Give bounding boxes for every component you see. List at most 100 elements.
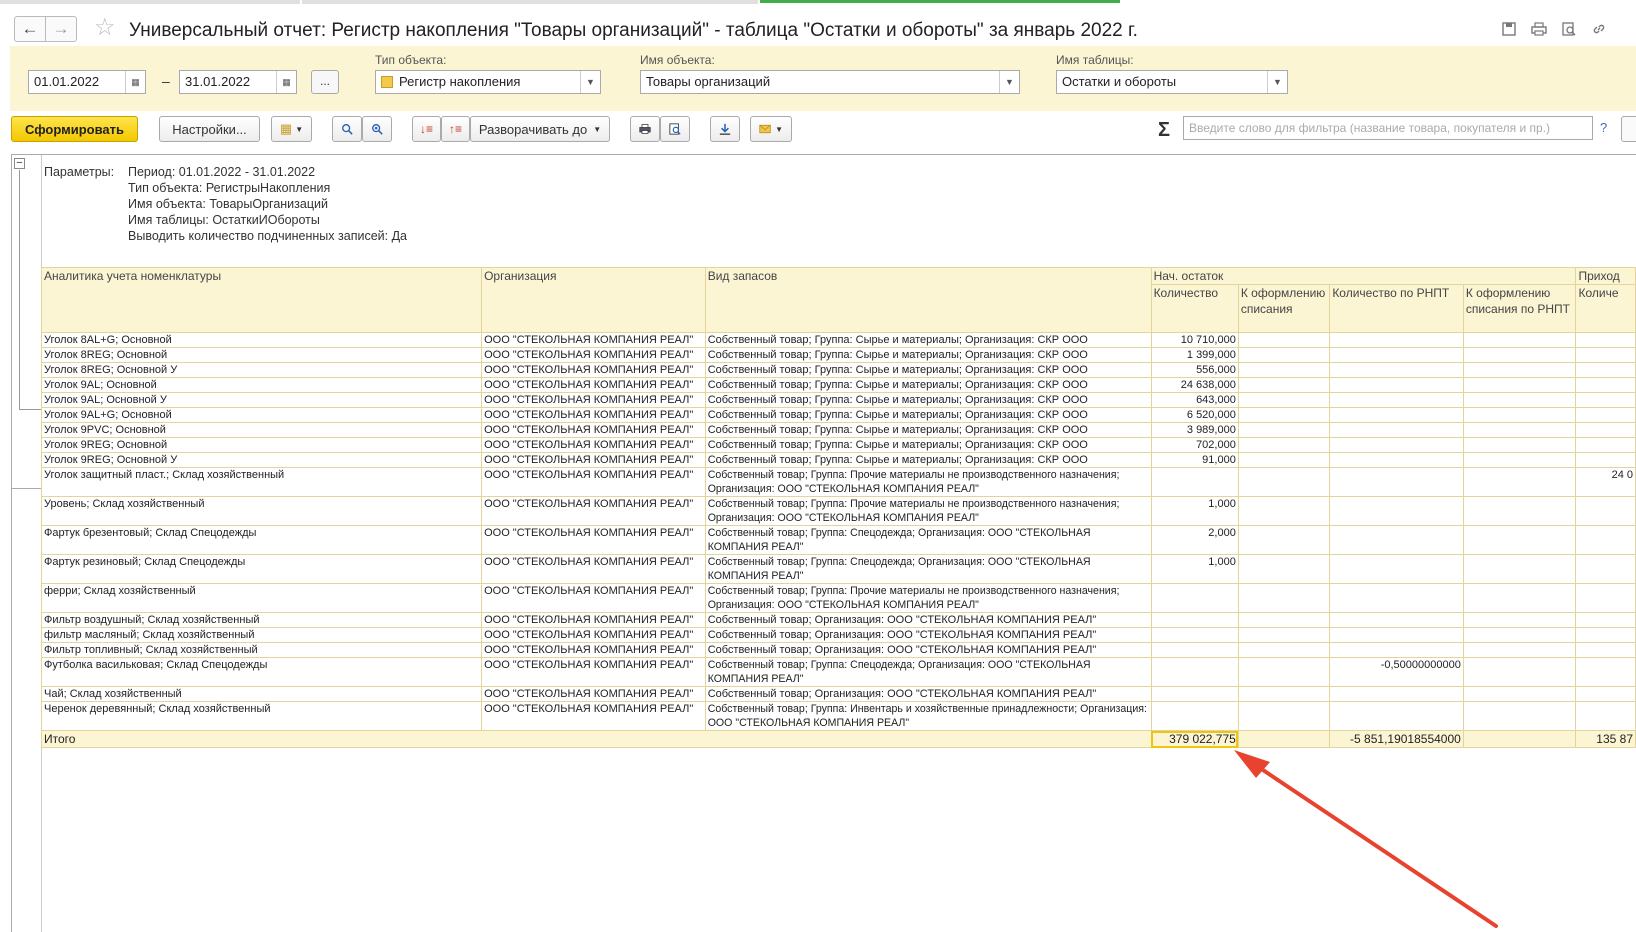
export-button[interactable] [710, 116, 740, 142]
cell-organization[interactable]: ООО "СТЕКОЛЬНАЯ КОМПАНИЯ РЕАЛ" [481, 377, 706, 393]
table-row[interactable]: Уголок 8REG; Основной ООО "СТЕКОЛЬНАЯ КОМ… [40, 347, 1636, 363]
cell-to-writeoff-rnpt[interactable] [1462, 437, 1577, 453]
table-row[interactable]: Уголок 9REG; Основной У ООО "СТЕКОЛЬНАЯ К… [40, 452, 1636, 468]
cell-organization[interactable]: ООО "СТЕКОЛЬНАЯ КОМПАНИЯ РЕАЛ" [481, 347, 706, 363]
favorite-star-icon[interactable]: ☆ [94, 15, 116, 41]
total-quantity-rnpt[interactable]: -5 851,19018554000 [1329, 730, 1464, 748]
cell-analytics[interactable]: Уголок 8REG; Основной У [40, 362, 483, 378]
date-from-field[interactable]: 01.01.2022 ▦ [28, 70, 146, 94]
table-row[interactable]: Фартук резиновый; Склад Спецодежды ООО "С… [40, 554, 1636, 584]
cell-income-quantity[interactable] [1575, 422, 1636, 438]
cell-analytics[interactable]: Уровень; Склад хозяйственный [40, 496, 483, 526]
report-area[interactable]: − Параметры: Период: 01.01.2022 - 31.01.… [11, 154, 1636, 932]
cell-to-writeoff[interactable] [1237, 686, 1331, 702]
object-name-select[interactable]: Товары организаций ▼ [640, 70, 1020, 94]
cell-quantity[interactable]: 6 520,000 [1150, 407, 1239, 423]
more-button[interactable] [1621, 116, 1636, 142]
cell-quantity-rnpt[interactable] [1329, 627, 1464, 643]
cell-analytics[interactable]: Чай; Склад хозяйственный [40, 686, 483, 702]
forward-button[interactable]: → [45, 16, 77, 42]
date-to-field[interactable]: 31.01.2022 ▦ [179, 70, 297, 94]
cell-income-quantity[interactable] [1575, 496, 1636, 526]
cell-analytics[interactable]: Уголок 9PVC; Основной [40, 422, 483, 438]
cell-income-quantity[interactable] [1575, 332, 1636, 348]
cell-organization[interactable]: ООО "СТЕКОЛЬНАЯ КОМПАНИЯ РЕАЛ" [481, 657, 706, 687]
cell-organization[interactable]: ООО "СТЕКОЛЬНАЯ КОМПАНИЯ РЕАЛ" [481, 642, 706, 658]
cell-quantity-rnpt[interactable] [1329, 437, 1464, 453]
help-icon[interactable]: ? [1600, 120, 1607, 135]
cell-quantity-rnpt[interactable] [1329, 347, 1464, 363]
chevron-down-icon[interactable]: ▼ [999, 71, 1019, 93]
cell-to-writeoff[interactable] [1237, 377, 1331, 393]
cell-to-writeoff-rnpt[interactable] [1462, 496, 1577, 526]
cell-to-writeoff-rnpt[interactable] [1462, 701, 1577, 731]
table-row[interactable]: Фильтр воздушный; Склад хозяйственный ООО… [40, 612, 1636, 628]
cell-to-writeoff[interactable] [1237, 554, 1331, 584]
cell-to-writeoff[interactable] [1237, 496, 1331, 526]
total-row[interactable]: Итого 379 022,775 -5 851,19018554000 135 87 [41, 730, 1636, 748]
cell-stock-type[interactable]: Собственный товар; Группа: Сырье и матер… [704, 377, 1152, 393]
chevron-down-icon[interactable]: ▼ [1267, 71, 1287, 93]
cell-quantity[interactable] [1150, 686, 1239, 702]
cell-quantity[interactable] [1150, 612, 1239, 628]
table-row[interactable]: Фильтр топливный; Склад хозяйственный ООО… [40, 642, 1636, 658]
cell-quantity[interactable]: 1,000 [1150, 496, 1239, 526]
cell-to-writeoff[interactable] [1237, 701, 1331, 731]
cell-to-writeoff[interactable] [1237, 525, 1331, 555]
cell-quantity[interactable]: 3 989,000 [1150, 422, 1239, 438]
cell-quantity-rnpt[interactable] [1329, 642, 1464, 658]
cell-to-writeoff-rnpt[interactable] [1462, 467, 1577, 497]
table-row[interactable]: Чай; Склад хозяйственный ООО "СТЕКОЛЬНАЯ … [40, 686, 1636, 702]
cell-to-writeoff[interactable] [1237, 452, 1331, 468]
cell-to-writeoff-rnpt[interactable] [1462, 525, 1577, 555]
cell-income-quantity[interactable]: 24 0 [1575, 467, 1636, 497]
chevron-down-icon[interactable]: ▼ [580, 71, 600, 93]
cell-analytics[interactable]: Уголок 8AL+G; Основной [40, 332, 483, 348]
cell-quantity[interactable]: 2,000 [1150, 525, 1239, 555]
cell-stock-type[interactable]: Собственный товар; Группа: Сырье и матер… [704, 332, 1152, 348]
cell-to-writeoff[interactable] [1237, 407, 1331, 423]
variants-button[interactable]: ▦ ▼ [271, 116, 312, 142]
table-row[interactable]: Уголок 9AL; Основной У ООО "СТЕКОЛЬНАЯ КО… [40, 392, 1636, 408]
cell-quantity[interactable] [1150, 627, 1239, 643]
cell-to-writeoff-rnpt[interactable] [1462, 554, 1577, 584]
cell-income-quantity[interactable] [1575, 392, 1636, 408]
cell-quantity-rnpt[interactable]: -0,50000000000 [1329, 657, 1464, 687]
cell-quantity-rnpt[interactable] [1329, 422, 1464, 438]
cell-stock-type[interactable]: Собственный товар; Организация: ООО "СТЕ… [704, 686, 1152, 702]
cell-stock-type[interactable]: Собственный товар; Организация: ООО "СТЕ… [704, 612, 1152, 628]
send-email-button[interactable]: ▼ [750, 116, 792, 142]
cell-quantity-rnpt[interactable] [1329, 467, 1464, 497]
sum-icon[interactable]: Σ [1158, 119, 1170, 142]
cell-stock-type[interactable]: Собственный товар; Организация: ООО "СТЕ… [704, 627, 1152, 643]
period-select-button[interactable]: ... [311, 70, 339, 94]
cell-analytics[interactable]: Уголок 9AL; Основной У [40, 392, 483, 408]
preview-icon[interactable] [1560, 20, 1578, 38]
table-row[interactable]: Черенок деревянный; Склад хозяйственный О… [40, 701, 1636, 731]
table-row[interactable]: Уголок 9AL+G; Основной ООО "СТЕКОЛЬНАЯ КО… [40, 407, 1636, 423]
table-row[interactable]: Уголок защитный пласт.; Склад хозяйствен… [40, 467, 1636, 497]
search-button[interactable] [332, 116, 362, 142]
cell-to-writeoff-rnpt[interactable] [1462, 347, 1577, 363]
cell-organization[interactable]: ООО "СТЕКОЛЬНАЯ КОМПАНИЯ РЕАЛ" [481, 362, 706, 378]
cell-income-quantity[interactable] [1575, 407, 1636, 423]
cell-quantity-rnpt[interactable] [1329, 392, 1464, 408]
calendar-icon[interactable]: ▦ [125, 71, 145, 93]
cell-to-writeoff-rnpt[interactable] [1462, 362, 1577, 378]
cell-stock-type[interactable]: Собственный товар; Группа: Сырье и матер… [704, 362, 1152, 378]
cell-organization[interactable]: ООО "СТЕКОЛЬНАЯ КОМПАНИЯ РЕАЛ" [481, 583, 706, 613]
table-row[interactable]: Футболка васильковая; Склад Спецодежды ОО… [40, 657, 1636, 687]
expand-to-button[interactable]: Разворачивать до ▼ [470, 116, 610, 142]
cell-to-writeoff[interactable] [1237, 422, 1331, 438]
sort-desc-button[interactable]: ↓≡ [412, 116, 441, 142]
total-to-writeoff[interactable] [1237, 730, 1331, 748]
cell-quantity[interactable] [1150, 657, 1239, 687]
cell-organization[interactable]: ООО "СТЕКОЛЬНАЯ КОМПАНИЯ РЕАЛ" [481, 452, 706, 468]
total-label[interactable]: Итого [41, 730, 1152, 748]
cell-to-writeoff[interactable] [1237, 583, 1331, 613]
cell-to-writeoff[interactable] [1237, 627, 1331, 643]
cell-quantity-rnpt[interactable] [1329, 583, 1464, 613]
cell-quantity-rnpt[interactable] [1329, 496, 1464, 526]
cell-to-writeoff[interactable] [1237, 347, 1331, 363]
cell-organization[interactable]: ООО "СТЕКОЛЬНАЯ КОМПАНИЯ РЕАЛ" [481, 437, 706, 453]
